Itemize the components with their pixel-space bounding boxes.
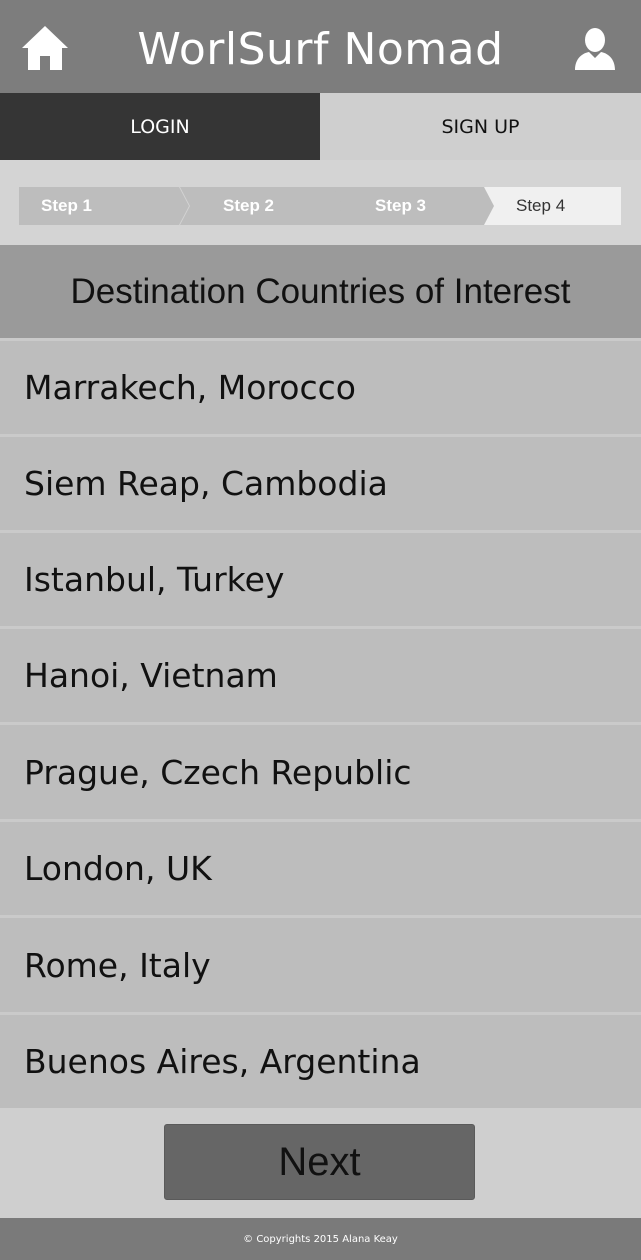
- user-icon[interactable]: [573, 28, 617, 70]
- destination-label: London, UK: [24, 849, 212, 888]
- steps: Step 1 Step 2 Step 3 Step 4: [19, 187, 621, 225]
- auth-tabs: LOGIN SIGN UP: [0, 93, 641, 160]
- destination-label: Hanoi, Vietnam: [24, 656, 278, 695]
- app-title: WorlSurf Nomad: [137, 24, 504, 75]
- list-item[interactable]: Rome, Italy: [0, 915, 641, 1012]
- list-item[interactable]: Hanoi, Vietnam: [0, 626, 641, 722]
- section-heading-text: Destination Countries of Interest: [70, 271, 571, 311]
- step-3[interactable]: Step 3: [333, 187, 505, 225]
- copyright-bar: © Copyrights 2015 Alana Keay: [0, 1218, 641, 1260]
- list-item[interactable]: Buenos Aires, Argentina: [0, 1012, 641, 1108]
- step-1[interactable]: Step 1: [19, 187, 189, 225]
- tab-login[interactable]: LOGIN: [0, 93, 320, 160]
- step-2[interactable]: Step 2: [180, 187, 352, 225]
- destination-label: Siem Reap, Cambodia: [24, 464, 388, 503]
- section-heading: Destination Countries of Interest: [0, 245, 641, 338]
- list-item[interactable]: London, UK: [0, 819, 641, 915]
- copyright-text: © Copyrights 2015 Alana Keay: [243, 1233, 398, 1245]
- next-button[interactable]: Next: [164, 1124, 475, 1200]
- step-progress-bar: Step 1 Step 2 Step 3 Step 4: [0, 160, 641, 245]
- destination-label: Buenos Aires, Argentina: [24, 1042, 421, 1081]
- step-4-current[interactable]: Step 4: [484, 187, 621, 225]
- list-item[interactable]: Marrakech, Morocco: [0, 338, 641, 434]
- app-header: WorlSurf Nomad: [0, 0, 641, 93]
- tab-signup[interactable]: SIGN UP: [320, 93, 641, 160]
- list-item[interactable]: Siem Reap, Cambodia: [0, 434, 641, 530]
- list-item[interactable]: Istanbul, Turkey: [0, 530, 641, 626]
- destination-label: Prague, Czech Republic: [24, 752, 412, 792]
- destination-label: Istanbul, Turkey: [24, 560, 285, 599]
- list-item[interactable]: Prague, Czech Republic: [0, 722, 641, 819]
- destination-label: Rome, Italy: [24, 945, 211, 985]
- destination-label: Marrakech, Morocco: [24, 368, 356, 407]
